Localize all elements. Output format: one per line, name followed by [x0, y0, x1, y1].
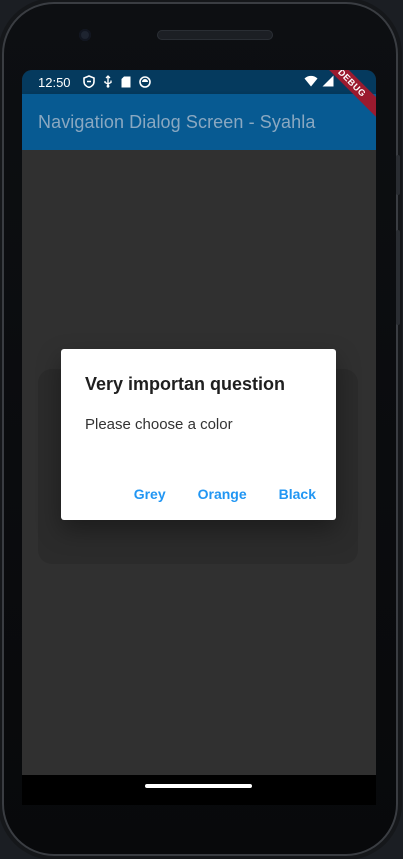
- device-screen: 12:50 Navigation Dialog Screen - Syahla …: [22, 70, 376, 775]
- front-camera: [79, 29, 91, 41]
- system-navigation-bar: [22, 775, 376, 805]
- orange-button[interactable]: Orange: [186, 476, 259, 512]
- volume-button: [396, 230, 400, 325]
- grey-button[interactable]: Grey: [122, 476, 178, 512]
- dialog-title: Very importan question: [85, 374, 286, 394]
- phone-frame: 12:50 Navigation Dialog Screen - Syahla …: [0, 0, 403, 859]
- home-gesture-handle[interactable]: [145, 784, 252, 788]
- black-button[interactable]: Black: [267, 476, 328, 512]
- alert-dialog: Very importan question Please choose a c…: [61, 349, 336, 520]
- dialog-message: Please choose a color: [85, 416, 233, 433]
- earpiece-speaker: [157, 30, 273, 40]
- power-button: [396, 155, 400, 195]
- dialog-actions: Grey Orange Black: [114, 476, 328, 512]
